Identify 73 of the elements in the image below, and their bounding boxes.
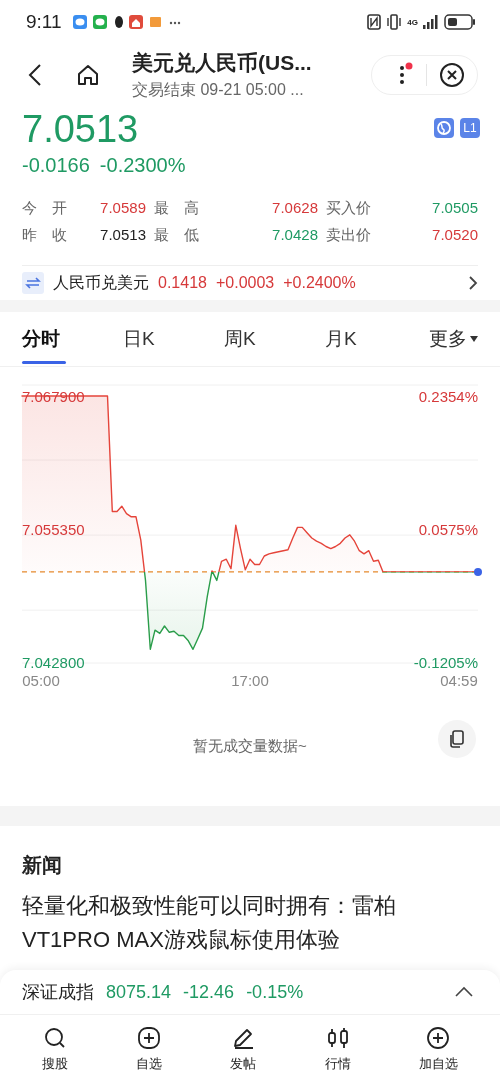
stat-label: 今 开 [22,199,68,218]
stat-value: 7.0520 [431,226,478,245]
chart-tab[interactable]: 月K [325,314,426,364]
related-name: 人民币兑美元 [53,272,149,293]
page-title: 美元兑人民币(US... [132,50,313,76]
empty-volume-message: 暂无成交量数据~ [193,736,307,756]
index-name: 深证成指 [22,981,94,1004]
nav-item[interactable]: 加自选 [408,1025,468,1075]
stat-value: 7.0428 [271,226,319,245]
house-app-icon [128,15,143,29]
related-change: +0.0003 [215,274,275,292]
nav-item[interactable]: 行情 [314,1025,361,1075]
back-icon[interactable] [28,63,42,87]
percent-axis-label: -0.1205% [413,653,478,671]
time-axis-label: 05:00 [22,672,60,689]
index-value: 8075.14 [106,981,172,1003]
stat-label: 最 高 [154,199,200,218]
news-heading: 新闻 [22,853,63,878]
nfc-icon [367,14,382,30]
copy-button[interactable] [438,720,476,758]
current-point [474,567,482,576]
signal-icon [423,15,439,29]
index-percent: -0.15% [246,981,304,1003]
news-headline[interactable]: 轻量化和极致性能可以同时拥有：雷柏VT1PRO MAX游戏鼠标使用体验 [22,889,478,957]
nav-item[interactable]: 发帖 [220,1025,267,1075]
chevron-up-icon [454,986,474,998]
time-axis-label: 04:59 [440,672,478,689]
stat-label: 买入价 [326,199,372,218]
page-subtitle: 交易结束 09-21 05:00 ... [132,80,305,100]
more-notifications-icon [169,21,180,25]
battery-icon [444,14,476,30]
message-app-icon [72,15,87,29]
index-ticker[interactable]: 深证成指 8075.14 -12.46 -0.15% [0,970,500,1015]
status-time: 9:11 [26,11,62,33]
chart-tab[interactable]: 日K [123,314,224,364]
stat-label: 昨 收 [22,226,68,245]
chevron-right-icon [468,275,478,291]
time-axis-label: 17:00 [231,672,269,689]
copy-icon [449,730,465,748]
chat-app-icon [92,15,107,29]
related-price: 0.1418 [158,274,207,292]
percent-axis-label: 0.2354% [418,387,478,405]
chart-tab[interactable]: 分时 [22,314,123,364]
candlestick-icon [326,1027,349,1049]
stat-value: 7.0513 [99,226,147,245]
swap-icon [22,272,44,294]
stat-label: 最 低 [154,226,200,245]
current-price: 7.0513 [22,107,140,152]
percent-change: -0.2300% [99,154,186,177]
add-circle-icon [427,1027,450,1049]
related-percent: +0.2400% [283,274,356,292]
nav-item[interactable]: 搜股 [32,1025,79,1075]
vibrate-icon [386,14,403,30]
globe-icon[interactable] [434,118,454,138]
stat-value: 7.0628 [271,199,319,218]
chart-tab[interactable]: 更多 [429,314,478,364]
price-axis-label: 7.055350 [22,520,85,538]
stat-value: 7.0505 [431,199,478,218]
stat-label: 卖出价 [326,226,372,245]
level-badge[interactable]: L1 [460,118,480,138]
price-change: -0.0166 [22,154,90,177]
pen-icon [232,1027,255,1049]
home-icon[interactable] [76,63,100,87]
chart-tab[interactable]: 周K [224,314,325,364]
price-axis-label: 7.042800 [22,653,85,671]
search-icon [44,1027,67,1049]
stat-value: 7.0589 [99,199,147,218]
close-icon[interactable] [439,62,465,88]
add-icon [138,1027,161,1049]
nav-item[interactable]: 自选 [126,1025,173,1075]
percent-axis-label: 0.0575% [418,520,478,538]
network-label: 4G [407,17,418,27]
index-change: -12.46 [183,981,235,1003]
